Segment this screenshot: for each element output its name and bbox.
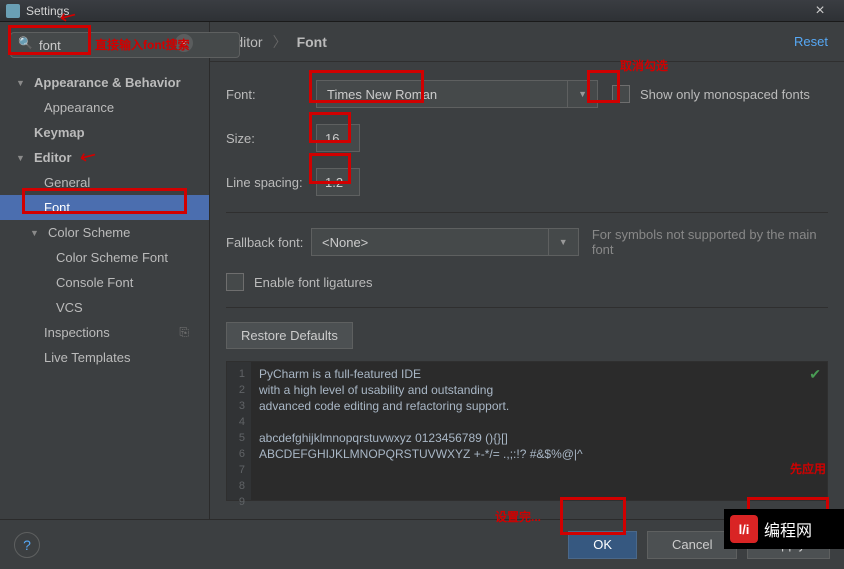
ok-button[interactable]: OK	[568, 531, 637, 559]
chevron-down-icon: ▼	[16, 78, 30, 88]
tree-vcs[interactable]: VCS	[0, 295, 209, 320]
fallback-dropdown[interactable]: <None> ▼	[311, 228, 579, 256]
tree-font[interactable]: Font	[0, 195, 209, 220]
font-row: Font: Times New Roman ▼ Show only monosp…	[226, 80, 828, 108]
fallback-value: <None>	[322, 235, 368, 250]
restore-defaults-button[interactable]: Restore Defaults	[226, 322, 353, 349]
size-label: Size:	[226, 131, 316, 146]
crumb-separator: 〉	[273, 32, 287, 52]
tree-editor[interactable]: ▼ Editor	[0, 145, 209, 170]
search-row: 🔍 ×	[0, 22, 209, 66]
divider	[226, 307, 828, 308]
app-icon	[6, 4, 20, 18]
sidebar: 🔍 × ▼ Appearance & Behavior Appearance Ke…	[0, 22, 210, 519]
chevron-down-icon: ▼	[30, 228, 44, 238]
fallback-row: Fallback font: <None> ▼ For symbols not …	[226, 227, 828, 257]
copy-icon: ⎘	[179, 325, 189, 340]
content-panel: Editor 〉 Font Reset Font: Times New Roma…	[210, 22, 844, 519]
footer: ? OK Cancel Apply	[0, 519, 844, 569]
chevron-down-icon: ▼	[548, 229, 568, 255]
tree-label: Editor	[34, 150, 72, 165]
ligatures-checkbox[interactable]	[226, 273, 244, 291]
tree-keymap[interactable]: Keymap	[0, 120, 209, 145]
size-input[interactable]	[316, 124, 360, 152]
line-spacing-row: Line spacing:	[226, 168, 828, 196]
tree-color-scheme[interactable]: ▼ Color Scheme	[0, 220, 209, 245]
search-icon: 🔍	[18, 36, 33, 50]
line-spacing-input[interactable]	[316, 168, 360, 196]
size-row: Size:	[226, 124, 828, 152]
divider	[226, 212, 828, 213]
chevron-down-icon: ▼	[567, 81, 587, 107]
tree-appearance-behavior[interactable]: ▼ Appearance & Behavior	[0, 70, 209, 95]
tree-label: Appearance & Behavior	[34, 75, 181, 90]
font-label: Font:	[226, 87, 316, 102]
titlebar: Settings ×	[0, 0, 844, 22]
crumb-font: Font	[297, 34, 327, 50]
help-button[interactable]: ?	[14, 532, 40, 558]
watermark-logo: l/i	[730, 515, 758, 543]
main-container: 🔍 × ▼ Appearance & Behavior Appearance Ke…	[0, 22, 844, 519]
watermark-text: 编程网	[764, 517, 812, 541]
chevron-down-icon: ▼	[16, 153, 30, 163]
window-title: Settings	[26, 4, 802, 18]
search-input[interactable]	[10, 32, 240, 58]
tree-live-templates[interactable]: Live Templates	[0, 345, 209, 370]
close-icon[interactable]: ×	[802, 1, 838, 21]
mono-label: Show only monospaced fonts	[640, 87, 810, 102]
font-value: Times New Roman	[327, 87, 437, 102]
tree-appearance[interactable]: Appearance	[0, 95, 209, 120]
watermark: l/i 编程网	[724, 509, 844, 549]
tree-console-font[interactable]: Console Font	[0, 270, 209, 295]
tree-color-scheme-font[interactable]: Color Scheme Font	[0, 245, 209, 270]
line-spacing-label: Line spacing:	[226, 175, 316, 190]
clear-search-icon[interactable]: ×	[175, 34, 193, 52]
reset-link[interactable]: Reset	[794, 34, 828, 49]
mono-checkbox[interactable]	[612, 85, 630, 103]
check-icon: ✔	[809, 366, 821, 383]
tree-inspections[interactable]: Inspections⎘	[0, 320, 209, 345]
preview-gutter: 123456789	[227, 362, 251, 500]
ligatures-label: Enable font ligatures	[254, 275, 373, 290]
fallback-label: Fallback font:	[226, 235, 311, 250]
preview-code: PyCharm is a full-featured IDE with a hi…	[251, 362, 591, 500]
fallback-hint: For symbols not supported by the main fo…	[592, 227, 828, 257]
form-area: Font: Times New Roman ▼ Show only monosp…	[210, 62, 844, 519]
settings-tree: ▼ Appearance & Behavior Appearance Keymap…	[0, 66, 209, 519]
font-preview: 123456789 PyCharm is a full-featured IDE…	[226, 361, 828, 501]
font-dropdown[interactable]: Times New Roman ▼	[316, 80, 598, 108]
ligatures-row: Enable font ligatures	[226, 273, 828, 291]
tree-label: Color Scheme	[48, 225, 130, 240]
breadcrumb: Editor 〉 Font Reset	[210, 22, 844, 62]
tree-general[interactable]: General	[0, 170, 209, 195]
tree-label: Inspections	[44, 325, 179, 340]
